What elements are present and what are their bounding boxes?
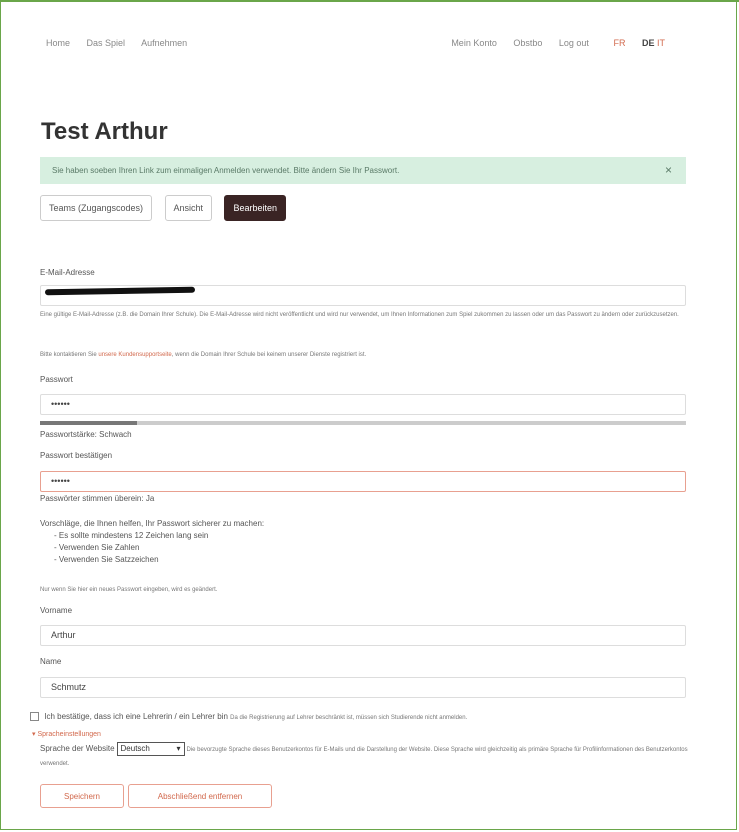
support-link[interactable]: unsere Kundensupportseite <box>98 352 171 358</box>
password-match-text: Passwörter stimmen überein: Ja <box>40 494 155 503</box>
site-language-label: Sprache der Website <box>40 744 115 753</box>
status-alert: Sie haben soeben Ihren Link zum einmalig… <box>40 157 686 184</box>
password-suggestions: Vorschläge, die Ihnen helfen, Ihr Passwo… <box>40 518 264 566</box>
teacher-confirm-note: Da die Registrierung auf Lehrer beschrän… <box>230 715 468 721</box>
top-nav: Home Das Spiel Aufnehmen Mein Konto Obst… <box>46 38 693 58</box>
chevron-down-icon: ▾ <box>176 744 181 754</box>
nav-home[interactable]: Home <box>46 38 70 48</box>
lang-fr[interactable]: FR <box>613 38 625 48</box>
confirm-label: Passwort bestätigen <box>40 451 113 460</box>
language-switcher: FR DE IT <box>613 38 679 48</box>
suggestions-title: Vorschläge, die Ihnen helfen, Ihr Passwo… <box>40 519 265 528</box>
email-label: E-Mail-Adresse <box>40 268 95 277</box>
nav-account[interactable]: Mein Konto <box>451 38 497 48</box>
suggestion-item: Verwenden Sie Satzzeichen <box>54 554 264 566</box>
firstname-field[interactable]: Arthur <box>40 625 686 646</box>
password-strength-bar <box>40 421 686 425</box>
password-change-hint: Nur wenn Sie hier ein neues Passwort ein… <box>40 587 218 593</box>
confirm-password-field[interactable]: •••••• <box>40 471 686 492</box>
nav-game[interactable]: Das Spiel <box>87 38 126 48</box>
hint-text: Bitte kontaktieren Sie <box>40 352 97 358</box>
nav-favorites[interactable]: Obstbo <box>513 38 542 48</box>
save-button[interactable]: Speichern <box>40 784 124 808</box>
teacher-checkbox[interactable] <box>30 712 39 722</box>
strength-fill <box>40 421 137 425</box>
delete-account-button[interactable]: Abschließend entfernen <box>128 784 272 808</box>
hint-text-end: wenn die Domain Ihrer Schule bei keinem … <box>175 352 367 358</box>
site-language-select[interactable]: Deutsch ▾ <box>116 742 185 757</box>
email-hint: Eine gültige E-Mail-Adresse (z.B. die Do… <box>40 312 679 318</box>
lang-de[interactable]: DE <box>642 38 655 48</box>
site-language-row: Sprache der Website Deutsch ▾ Die bevorz… <box>40 742 690 771</box>
tab-edit[interactable]: Bearbeiten <box>224 195 287 221</box>
teacher-confirm-label: Ich bestätige, dass ich eine Lehrerin / … <box>44 712 228 721</box>
lastname-label: Name <box>40 657 62 666</box>
language-settings-label: Spracheinstellungen <box>37 731 101 738</box>
site-language-value: Deutsch <box>120 744 150 754</box>
nav-left: Home Das Spiel Aufnehmen <box>46 38 201 48</box>
nav-right: Mein Konto Obstbo Log out FR DE IT <box>451 38 693 48</box>
tabs: Teams (Zugangscodes) Ansicht Bearbeiten <box>40 195 294 221</box>
password-field[interactable]: •••••• <box>40 394 686 415</box>
tab-teams[interactable]: Teams (Zugangscodes) <box>40 195 153 221</box>
page-title: Test Arthur <box>41 118 168 145</box>
language-settings-toggle[interactable]: ▾ Spracheinstellungen <box>32 730 101 738</box>
password-label: Passwort <box>40 375 73 384</box>
redaction-mark <box>44 286 196 296</box>
lastname-field[interactable]: Schmutz <box>40 677 686 698</box>
nav-logout[interactable]: Log out <box>559 38 589 48</box>
teacher-confirm: Ich bestätige, dass ich eine Lehrerin / … <box>30 712 468 722</box>
email-field[interactable] <box>40 285 686 306</box>
tab-view[interactable]: Ansicht <box>164 195 213 221</box>
password-strength-text: Passwortstärke: Schwach <box>40 430 132 439</box>
alert-text: Sie haben soeben Ihren Link zum einmalig… <box>52 166 400 175</box>
lang-it[interactable]: IT <box>657 38 665 48</box>
close-icon[interactable]: × <box>665 157 672 184</box>
firstname-label: Vorname <box>40 606 73 615</box>
nav-record[interactable]: Aufnehmen <box>141 38 187 48</box>
suggestion-item: Es sollte mindestens 12 Zeichen lang sei… <box>54 530 264 542</box>
suggestion-item: Verwenden Sie Zahlen <box>54 542 264 554</box>
email-contact-hint: Bitte kontaktieren Sie unsere Kundensupp… <box>40 352 367 358</box>
